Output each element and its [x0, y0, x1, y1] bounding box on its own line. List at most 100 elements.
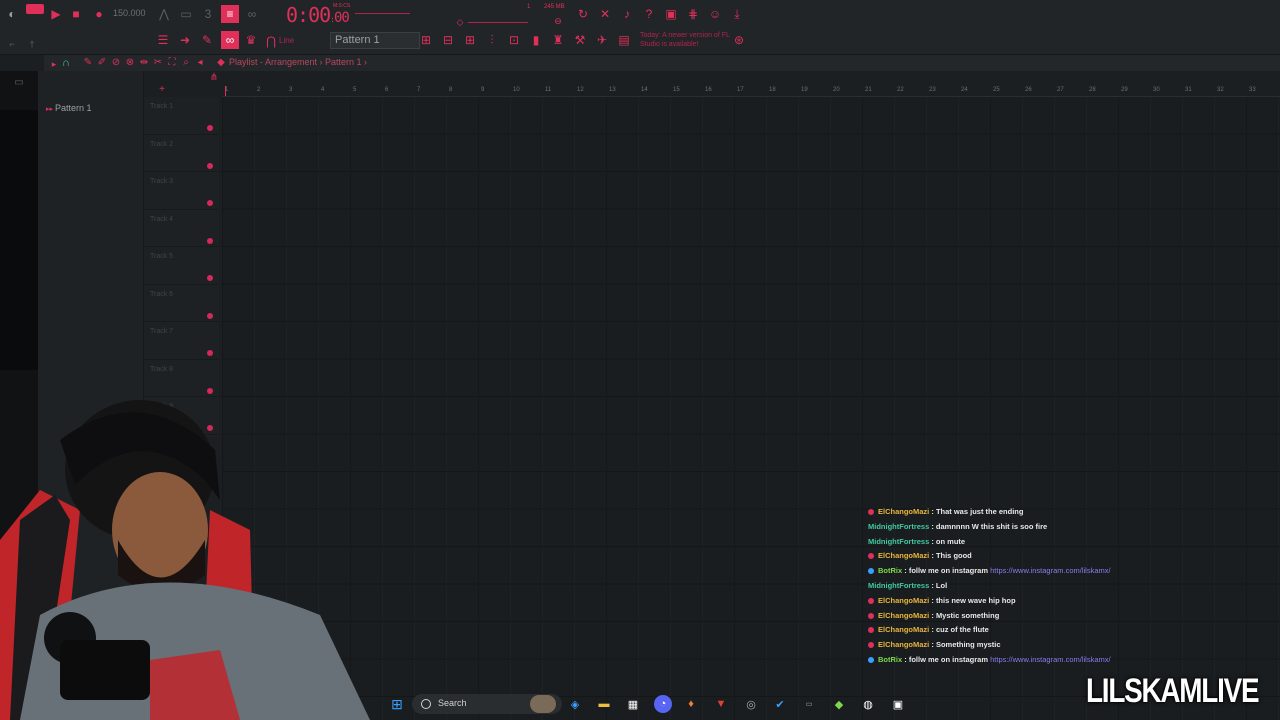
picker-item-pattern[interactable]: ▸▸ Pattern 1 [46, 103, 92, 113]
track-mute-dot[interactable] [207, 387, 213, 394]
playlist-back-icon[interactable]: ◆ [213, 55, 229, 71]
chat-username[interactable]: MidnightFortress [868, 522, 929, 531]
fl-logo-icon[interactable]: ◐ [4, 6, 20, 22]
chat-username[interactable]: ElChangoMazi [878, 625, 929, 634]
help-icon[interactable]: ? [641, 6, 657, 22]
track-header[interactable]: Track 5 [144, 247, 219, 285]
playlist-icon[interactable]: ☰ [155, 32, 171, 48]
track-header[interactable]: Track 4 [144, 210, 219, 247]
add-track-icon[interactable]: + [154, 82, 170, 98]
track-mute-dot[interactable] [207, 125, 213, 131]
track-mute-dot[interactable] [207, 312, 213, 319]
track-header[interactable]: Track 6 [144, 285, 219, 322]
refresh-icon[interactable]: ↻ [575, 6, 591, 22]
countdown-icon[interactable]: 3 [200, 6, 216, 22]
track-label: Track 4 [150, 215, 174, 223]
track-mute-dot[interactable] [207, 200, 213, 206]
link-icon[interactable]: ∞ [221, 31, 239, 49]
mixer-icon[interactable]: ⋕ [685, 6, 701, 22]
tools-icon[interactable]: ⚒ [572, 32, 588, 48]
chat-link[interactable]: https://www.instagram.com/lilskamx/ [990, 655, 1110, 664]
stop-icon[interactable]: ■ [68, 6, 84, 22]
chat-text: damnnnn W this shit is soo fire [935, 521, 1048, 531]
pattern-song-toggle[interactable] [26, 4, 44, 14]
browser-icon[interactable]: ⊞ [462, 32, 478, 48]
capture-icon[interactable]: ◍ [859, 695, 877, 713]
playback-tool-icon[interactable]: ◂ [192, 55, 208, 71]
chat-link[interactable]: https://www.instagram.com/lilskamx/ [990, 566, 1110, 575]
chat-username[interactable]: ElChangoMazi [878, 611, 929, 620]
save-icon[interactable]: ▣ [663, 6, 679, 22]
cursor-icon[interactable]: ⌐ [4, 36, 20, 52]
copilot-icon[interactable]: ◈ [566, 695, 584, 713]
browser-folder-icon[interactable]: ▭ [11, 75, 27, 91]
track-header[interactable]: Track 3 [144, 172, 219, 210]
fl-studio-taskbar-icon[interactable]: ♦ [682, 695, 700, 713]
magnet-snap-icon[interactable]: ∩ [58, 55, 74, 71]
master-volume-line[interactable] [355, 13, 410, 14]
magnet-icon[interactable]: ⋂ [263, 33, 279, 49]
close-x-icon[interactable]: ✕ [597, 6, 613, 22]
track-grid-icon[interactable]: ⋔ [206, 70, 222, 86]
chat-username[interactable]: ElChangoMazi [878, 551, 929, 560]
wait-input-icon[interactable]: ▭ [178, 6, 194, 22]
steam-icon[interactable]: ✔ [771, 695, 789, 713]
bluestacks-icon[interactable]: ◆ [830, 695, 848, 713]
download-icon[interactable]: ⤓ [729, 6, 745, 22]
plugin-icon[interactable]: ⊡ [506, 32, 522, 48]
chat-username[interactable]: MidnightFortress [868, 537, 929, 546]
play-icon[interactable]: ▶ [48, 6, 64, 22]
mic-input-icon[interactable]: ⊖ [550, 13, 566, 29]
record-clip-icon[interactable]: ▮ [528, 32, 544, 48]
terminal-icon[interactable]: ▣ [889, 695, 907, 713]
track-header[interactable]: Track 1 [144, 97, 219, 135]
plug-icon[interactable]: ♜ [550, 32, 566, 48]
microphone-icon[interactable]: ♪ [619, 6, 635, 22]
bar-ruler[interactable]: 1 2 3 4 5 6 7 8 9 10 11 12 13 14 15 16 17 18 19 20 21 22 23 24 2… [222, 85, 1280, 97]
widgets-icon[interactable] [530, 695, 556, 713]
channel-rack-icon[interactable]: ⊞ [418, 32, 434, 48]
obs-icon[interactable]: ◎ [742, 695, 760, 713]
chat-username[interactable]: MidnightFortress [868, 581, 929, 590]
windows-start-icon[interactable]: ⊞ [388, 695, 406, 713]
chat-bubble-icon[interactable]: ☺ [707, 6, 723, 22]
track-mute-dot[interactable] [207, 237, 213, 244]
piano-roll-icon[interactable]: ⊟ [440, 32, 456, 48]
pencil-icon[interactable]: ✎ [199, 32, 215, 48]
track-header[interactable]: Track 7 [144, 322, 219, 360]
chat-username[interactable]: ElChangoMazi [878, 640, 929, 649]
store-icon[interactable]: ▦ [624, 695, 642, 713]
arrangement-grid[interactable] [222, 97, 1280, 720]
snap-label[interactable]: Line [279, 36, 294, 45]
loop-record-icon[interactable]: ∞ [244, 6, 260, 22]
brave-icon[interactable]: ▼ [712, 695, 730, 713]
send-icon[interactable]: ✈ [594, 32, 610, 48]
update-hint[interactable]: Today: A newer version of FL Studio is a… [640, 31, 740, 49]
arrow-right-icon[interactable]: ➜ [177, 32, 193, 48]
bar-number: 27 [1057, 87, 1064, 93]
tempo-display[interactable]: 150.000 [113, 8, 146, 18]
track-header[interactable]: Track 2 [144, 135, 219, 172]
track-mute-dot[interactable] [207, 162, 213, 169]
bucket-icon[interactable]: ♛ [243, 32, 259, 48]
mixer-view-icon[interactable]: ⫶ [484, 32, 500, 48]
chat-username[interactable]: BotRix [878, 566, 902, 575]
pattern-selector[interactable]: Pattern 1 [330, 32, 420, 49]
track-mute-dot[interactable] [207, 275, 213, 281]
news-icon[interactable]: ▤ [616, 32, 632, 48]
chat-username[interactable]: ElChangoMazi [878, 596, 929, 605]
track-mute-dot[interactable] [207, 350, 213, 356]
app-logo-icon[interactable]: ▭ [800, 695, 818, 713]
chat-username[interactable]: BotRix [878, 655, 902, 664]
chat-username[interactable]: ElChangoMazi [878, 507, 929, 516]
discord-icon[interactable]: ◔ [654, 695, 672, 713]
track-header[interactable]: Track 8 [144, 360, 219, 397]
pitch-knob-icon[interactable]: ◇ [452, 14, 468, 30]
tooltip-icon[interactable]: † [24, 36, 40, 52]
metronome-icon[interactable]: ⋀ [156, 6, 172, 22]
record-icon[interactable]: ● [91, 6, 107, 22]
file-explorer-icon[interactable]: ▬ [595, 695, 613, 713]
playhead-marker[interactable] [225, 86, 226, 96]
settings-icon[interactable]: ⊛ [731, 32, 747, 48]
step-edit-icon[interactable]: ≡ [221, 5, 239, 23]
